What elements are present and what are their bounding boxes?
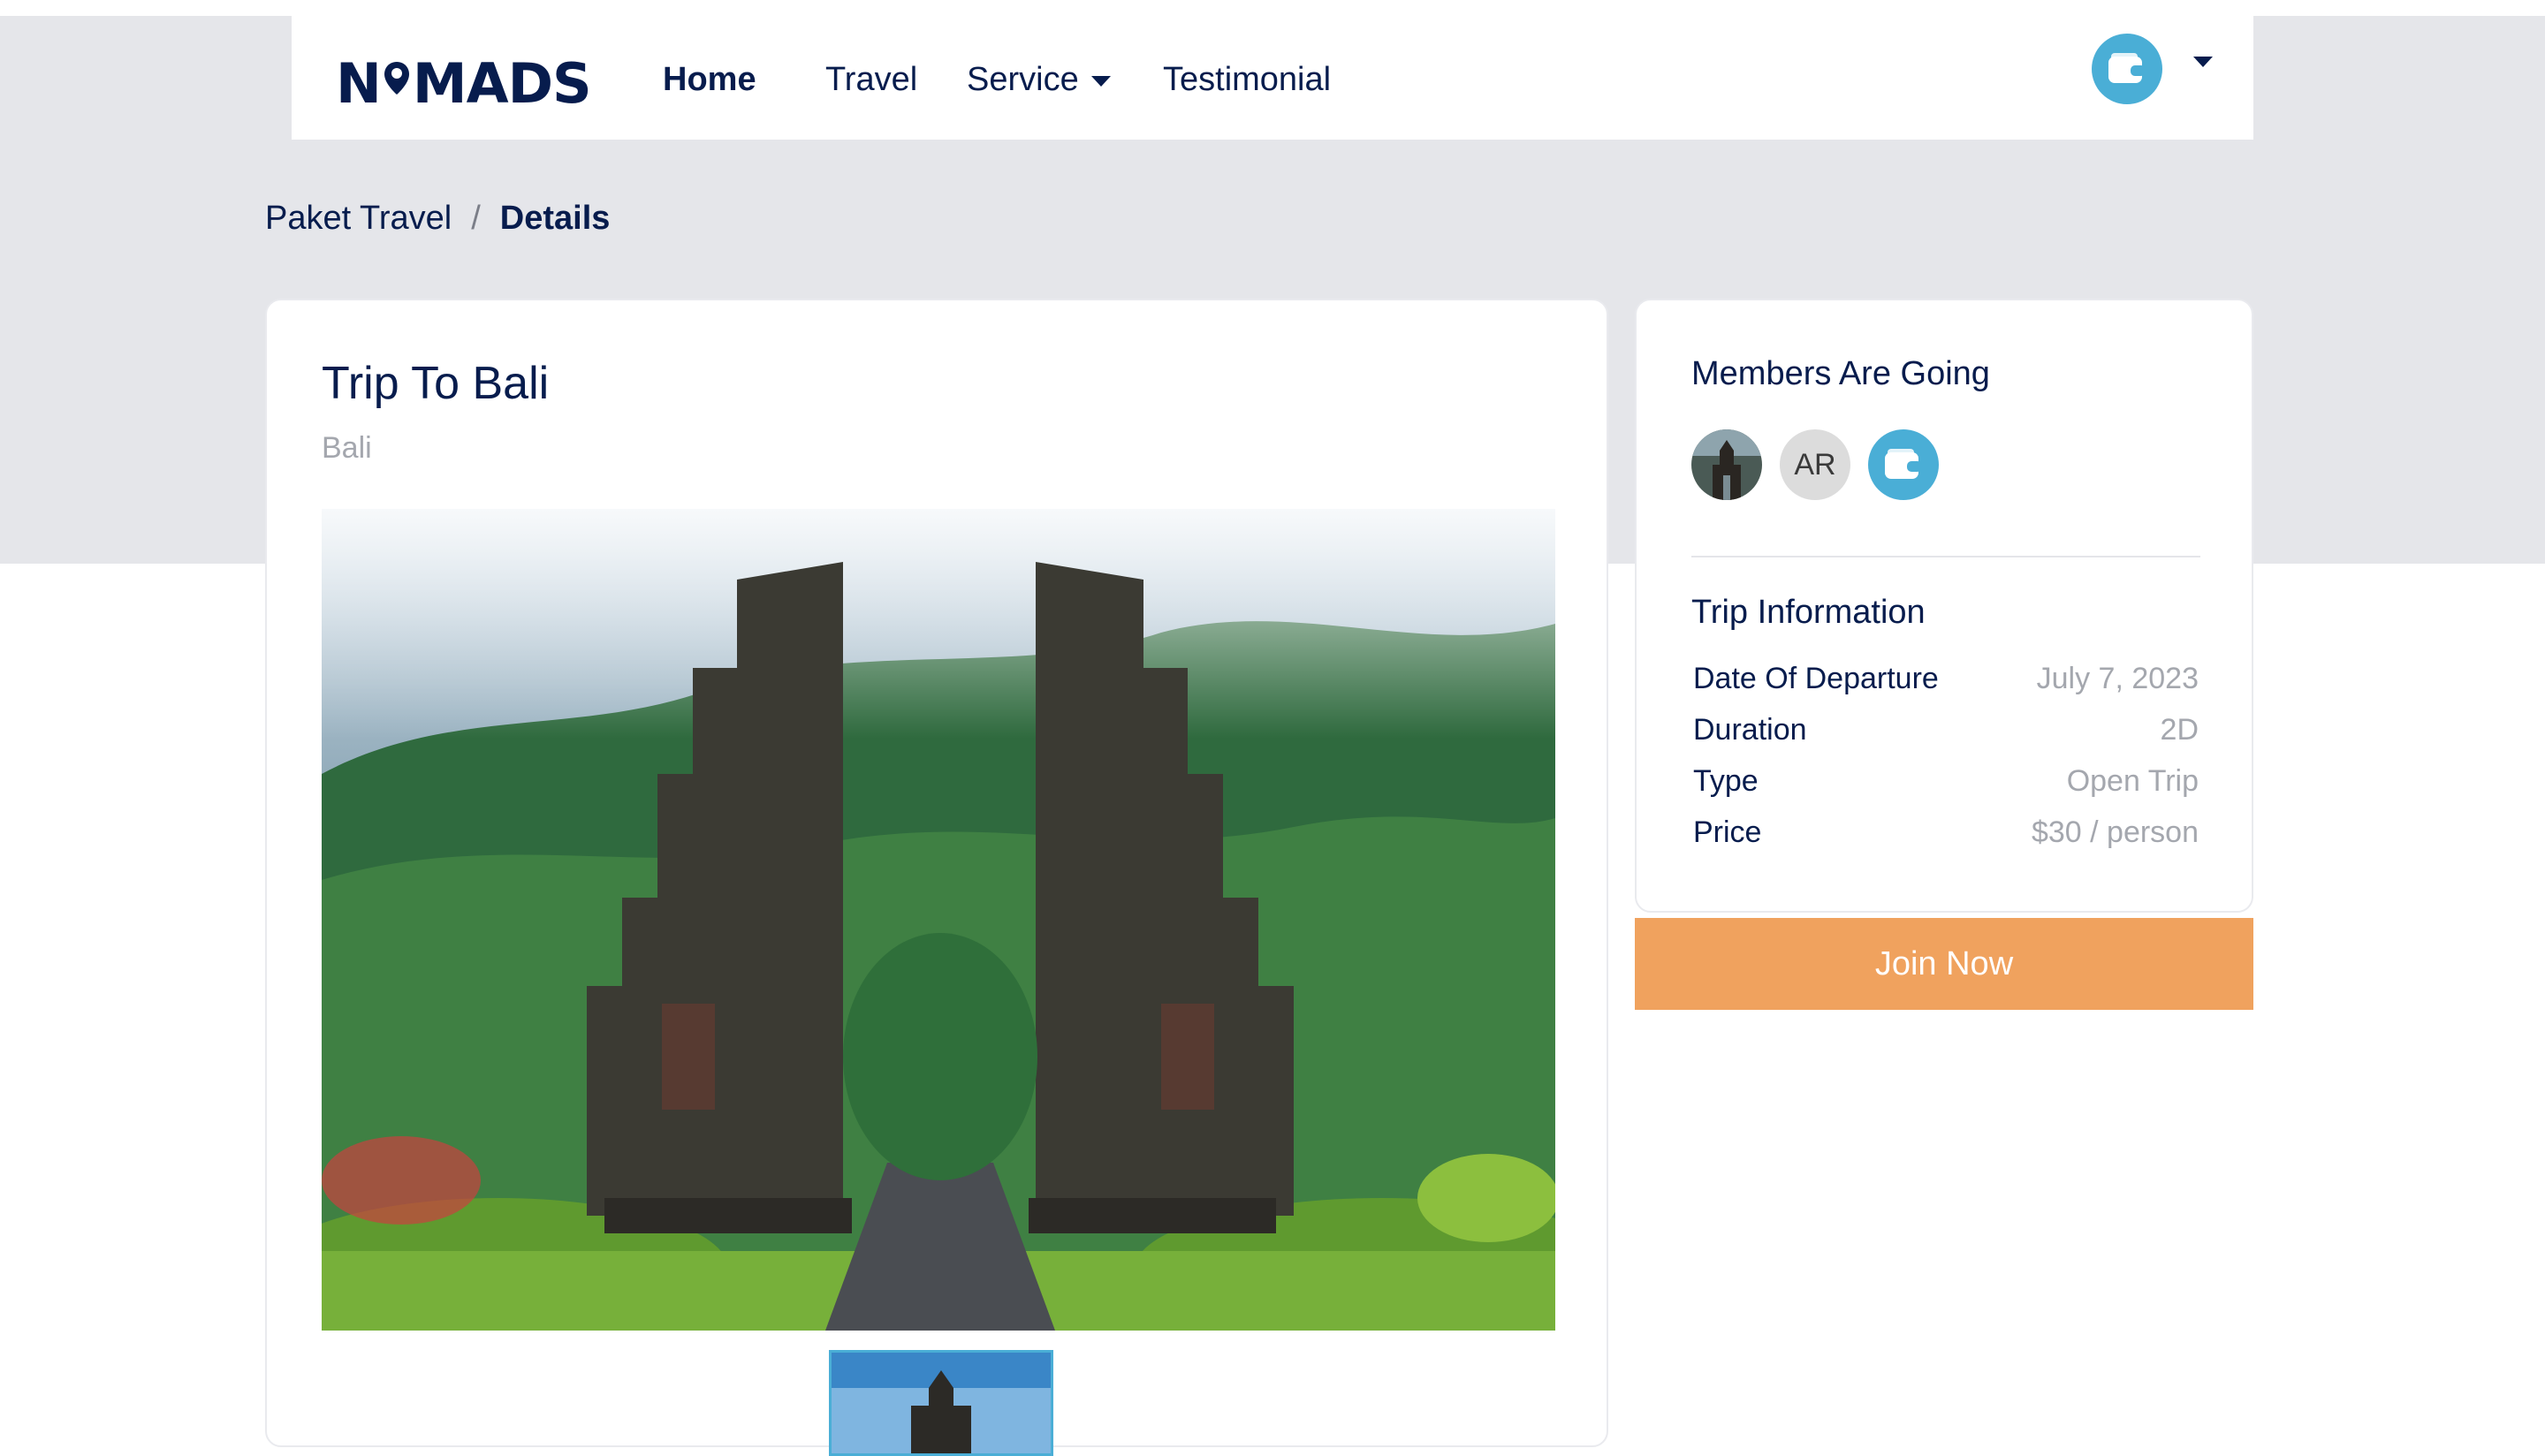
nav-home[interactable]: Home (663, 61, 756, 99)
trip-title: Trip To Bali (322, 358, 550, 409)
trip-location: Bali (322, 431, 372, 465)
brand-logo-left: N (336, 51, 382, 116)
info-label: Type (1693, 763, 1759, 798)
top-navbar: N MADS Home Travel Service Testimonial (292, 16, 2253, 140)
info-value: July 7, 2023 (2036, 661, 2199, 695)
user-menu-chevron-icon[interactable] (2193, 57, 2213, 67)
trip-details-card: Trip To Bali Bali (265, 299, 1608, 1456)
nav-service[interactable]: Service (967, 61, 1111, 99)
brand-logo[interactable]: N MADS (336, 51, 592, 116)
wallet-icon (1885, 449, 1922, 479)
member-avatar-icon[interactable] (1868, 429, 1939, 500)
member-avatar-photo[interactable] (1691, 429, 1762, 500)
info-row-duration: Duration 2D (1693, 709, 2199, 751)
info-label: Price (1693, 815, 1762, 849)
nav-service-label: Service (967, 61, 1079, 98)
chevron-down-icon (1090, 75, 1111, 87)
temple-photo-avatar-icon (1691, 429, 1762, 500)
info-row-type: Type Open Trip (1693, 760, 2199, 802)
breadcrumb: Paket Travel / Details (265, 200, 610, 238)
info-value: 2D (2160, 712, 2199, 747)
nav-testimonial[interactable]: Testimonial (1163, 61, 1331, 99)
trip-info-heading: Trip Information (1691, 594, 1926, 631)
breadcrumb-separator: / (471, 200, 481, 237)
info-row-departure: Date Of Departure July 7, 2023 (1693, 657, 2199, 700)
trip-sidebar-card: Members Are Going AR Trip Information Da… (1635, 299, 2253, 913)
info-value: Open Trip (2066, 763, 2199, 798)
info-value: $30 / person (2031, 815, 2199, 849)
trip-main-photo (322, 509, 1555, 1331)
member-avatar-initials[interactable]: AR (1780, 429, 1850, 500)
members-list: AR (1691, 429, 1939, 500)
join-now-button[interactable]: Join Now (1635, 918, 2253, 1010)
thumbnail-image (832, 1353, 1051, 1453)
breadcrumb-current: Details (499, 200, 611, 237)
breadcrumb-link-paket-travel[interactable]: Paket Travel (265, 200, 452, 237)
gallery-thumbnail[interactable] (829, 1350, 1053, 1456)
nav-travel[interactable]: Travel (825, 61, 917, 99)
section-divider (1691, 556, 2200, 557)
map-pin-icon (384, 62, 409, 95)
info-label: Date Of Departure (1693, 661, 1939, 695)
info-label: Duration (1693, 712, 1807, 747)
info-row-price: Price $30 / person (1693, 811, 2199, 853)
members-heading: Members Are Going (1691, 355, 1990, 392)
user-avatar[interactable] (2092, 34, 2162, 104)
brand-logo-right: MADS (412, 51, 592, 116)
wallet-icon (2108, 53, 2146, 83)
